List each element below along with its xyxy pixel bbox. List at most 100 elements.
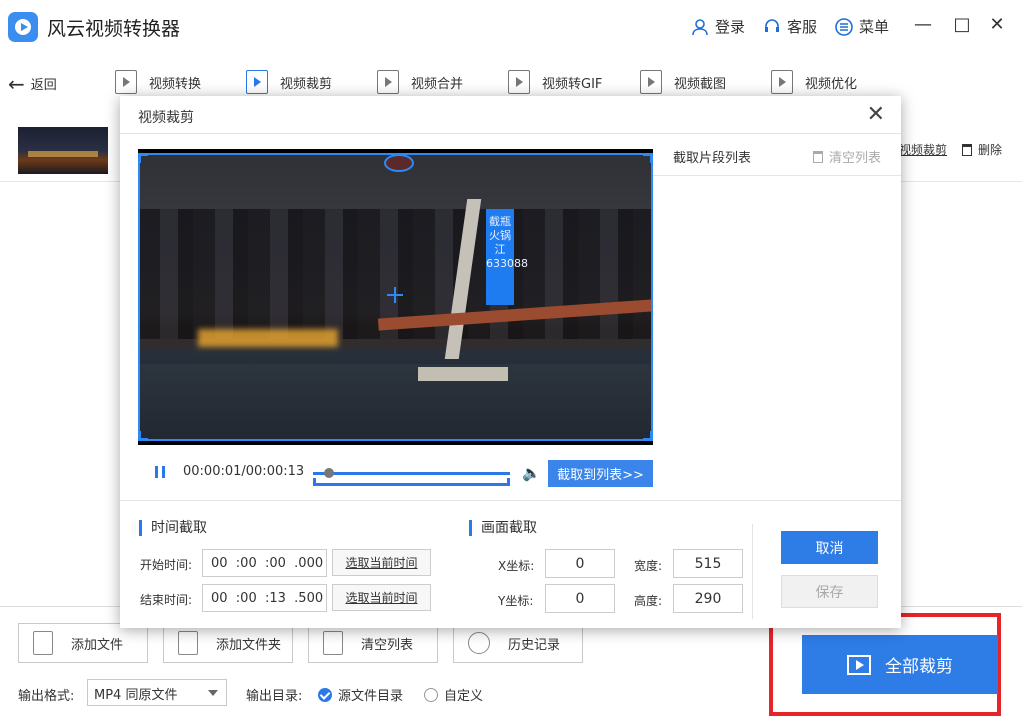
pause-icon[interactable] (155, 466, 165, 478)
clock-icon (468, 632, 490, 654)
clip-to-list-button[interactable]: 截取到列表>> (548, 460, 653, 487)
add-folder-icon (178, 631, 198, 655)
add-file-button[interactable]: 添加文件 (18, 623, 148, 663)
history-label: 历史记录 (508, 637, 561, 653)
trash-icon (323, 631, 343, 655)
tool-label: 视频合并 (411, 76, 464, 92)
volume-icon[interactable]: 🔈 (522, 464, 541, 482)
back-arrow-icon: ← (8, 71, 25, 96)
tool-label: 视频截图 (674, 76, 727, 92)
add-file-label: 添加文件 (71, 637, 124, 653)
trash-icon (813, 150, 823, 163)
user-icon (690, 17, 710, 37)
close-window-button[interactable]: ✕ (984, 14, 1010, 35)
actions-divider (752, 524, 753, 619)
file-crop-link[interactable]: 视频裁剪 (899, 141, 947, 158)
x-input[interactable]: 0 (545, 549, 615, 578)
dialog-header-divider (120, 133, 901, 134)
crop-dialog: 视频裁剪 ✕ 截瓶火锅江 633088 截取片段列表 清空列表 00:00:01… (120, 96, 901, 628)
dir-source-radio[interactable]: 源文件目录 (318, 685, 403, 704)
dir-custom-label: 自定义 (444, 689, 484, 704)
start-time-input[interactable]: 00 :00 :00 .000 (202, 549, 327, 577)
tool-label: 视频转GIF (542, 76, 603, 92)
cut-all-button[interactable]: 全部裁剪 (802, 635, 998, 694)
tool-label: 视频优化 (805, 76, 858, 92)
select-end-current-button[interactable]: 选取当前时间 (332, 584, 431, 611)
play-icon (847, 654, 871, 675)
crop-handle-top-left[interactable] (138, 153, 148, 163)
menu-button[interactable]: 菜单 (834, 16, 889, 37)
crop-handle-bottom-left[interactable] (138, 431, 148, 441)
tool-video-convert[interactable]: 视频转换 (115, 70, 201, 94)
end-time-input[interactable]: 00 :00 :13 .500 (202, 584, 327, 612)
clip-list-title: 截取片段列表 (673, 151, 752, 166)
height-input[interactable]: 290 (673, 584, 743, 613)
tool-label: 视频裁剪 (280, 76, 333, 92)
width-label: 宽度: (634, 559, 663, 573)
headset-icon (762, 17, 782, 37)
login-button[interactable]: 登录 (690, 16, 745, 37)
tool-video-screenshot[interactable]: 视频截图 (640, 70, 726, 94)
time-section-title: 时间截取 (139, 520, 207, 536)
trash-icon (962, 143, 972, 156)
y-label: Y坐标: (498, 594, 534, 608)
minimize-button[interactable]: — (910, 14, 936, 35)
y-input[interactable]: 0 (545, 584, 615, 613)
video-preview[interactable]: 截瓶火锅江 633088 (138, 149, 653, 445)
playback-time: 00:00:01/00:00:13 (183, 464, 305, 479)
menu-label: 菜单 (859, 18, 890, 36)
cut-all-label: 全部裁剪 (885, 657, 953, 677)
dialog-close-button[interactable]: ✕ (867, 102, 885, 127)
crop-handle-top-right[interactable] (643, 153, 653, 163)
add-file-icon (33, 631, 53, 655)
clip-clear-list-button[interactable]: 清空列表 (813, 147, 881, 166)
seek-bar[interactable] (313, 472, 510, 475)
maximize-button[interactable]: □ (949, 14, 975, 35)
file-delete-button[interactable]: 删除 (962, 141, 1002, 158)
app-logo-icon (8, 12, 38, 42)
save-button[interactable]: 保存 (781, 575, 878, 608)
select-start-current-button[interactable]: 选取当前时间 (332, 549, 431, 576)
tool-video-merge[interactable]: 视频合并 (377, 70, 463, 94)
output-format-value: MP4 同原文件 (94, 688, 178, 703)
dialog-title: 视频裁剪 (138, 110, 194, 126)
start-time-label: 开始时间: (140, 558, 193, 572)
width-input[interactable]: 515 (673, 549, 743, 578)
title-bar: 风云视频转换器 登录 客服 菜单 — □ ✕ (0, 0, 1022, 56)
tool-video-to-gif[interactable]: 视频转GIF (508, 70, 602, 94)
gif-icon (508, 70, 530, 94)
end-time-label: 结束时间: (140, 593, 193, 607)
service-label: 客服 (787, 18, 818, 36)
add-folder-button[interactable]: 添加文件夹 (163, 623, 293, 663)
video-convert-icon (115, 70, 137, 94)
clear-list-button[interactable]: 清空列表 (308, 623, 438, 663)
tool-video-crop[interactable]: 视频裁剪 (246, 70, 332, 94)
service-button[interactable]: 客服 (762, 16, 817, 37)
output-format-select[interactable]: MP4 同原文件 (87, 679, 227, 706)
video-crop-icon (246, 70, 268, 94)
add-folder-label: 添加文件夹 (216, 637, 282, 653)
clip-clear-list-label: 清空列表 (829, 151, 882, 166)
back-button[interactable]: ← 返回 (8, 71, 57, 96)
video-merge-icon (377, 70, 399, 94)
dir-source-label: 源文件目录 (338, 689, 404, 704)
chevron-down-icon (208, 690, 218, 696)
login-label: 登录 (715, 18, 746, 36)
crop-handle-bottom-right[interactable] (643, 431, 653, 441)
output-format-label: 输出格式: (18, 689, 75, 704)
dir-custom-radio[interactable]: 自定义 (424, 685, 483, 704)
x-label: X坐标: (498, 559, 535, 573)
menu-icon (834, 17, 854, 37)
clip-list-divider (653, 175, 901, 176)
seek-knob[interactable] (323, 468, 334, 478)
app-title: 风云视频转换器 (47, 18, 181, 40)
cancel-button[interactable]: 取消 (781, 531, 878, 564)
optimize-icon (771, 70, 793, 94)
history-button[interactable]: 历史记录 (453, 623, 583, 663)
tool-video-optimize[interactable]: 视频优化 (771, 70, 857, 94)
clear-list-label: 清空列表 (361, 637, 414, 653)
screenshot-icon (640, 70, 662, 94)
back-label: 返回 (30, 78, 57, 93)
radio-unchecked-icon (424, 687, 438, 702)
trim-range[interactable] (313, 478, 510, 486)
